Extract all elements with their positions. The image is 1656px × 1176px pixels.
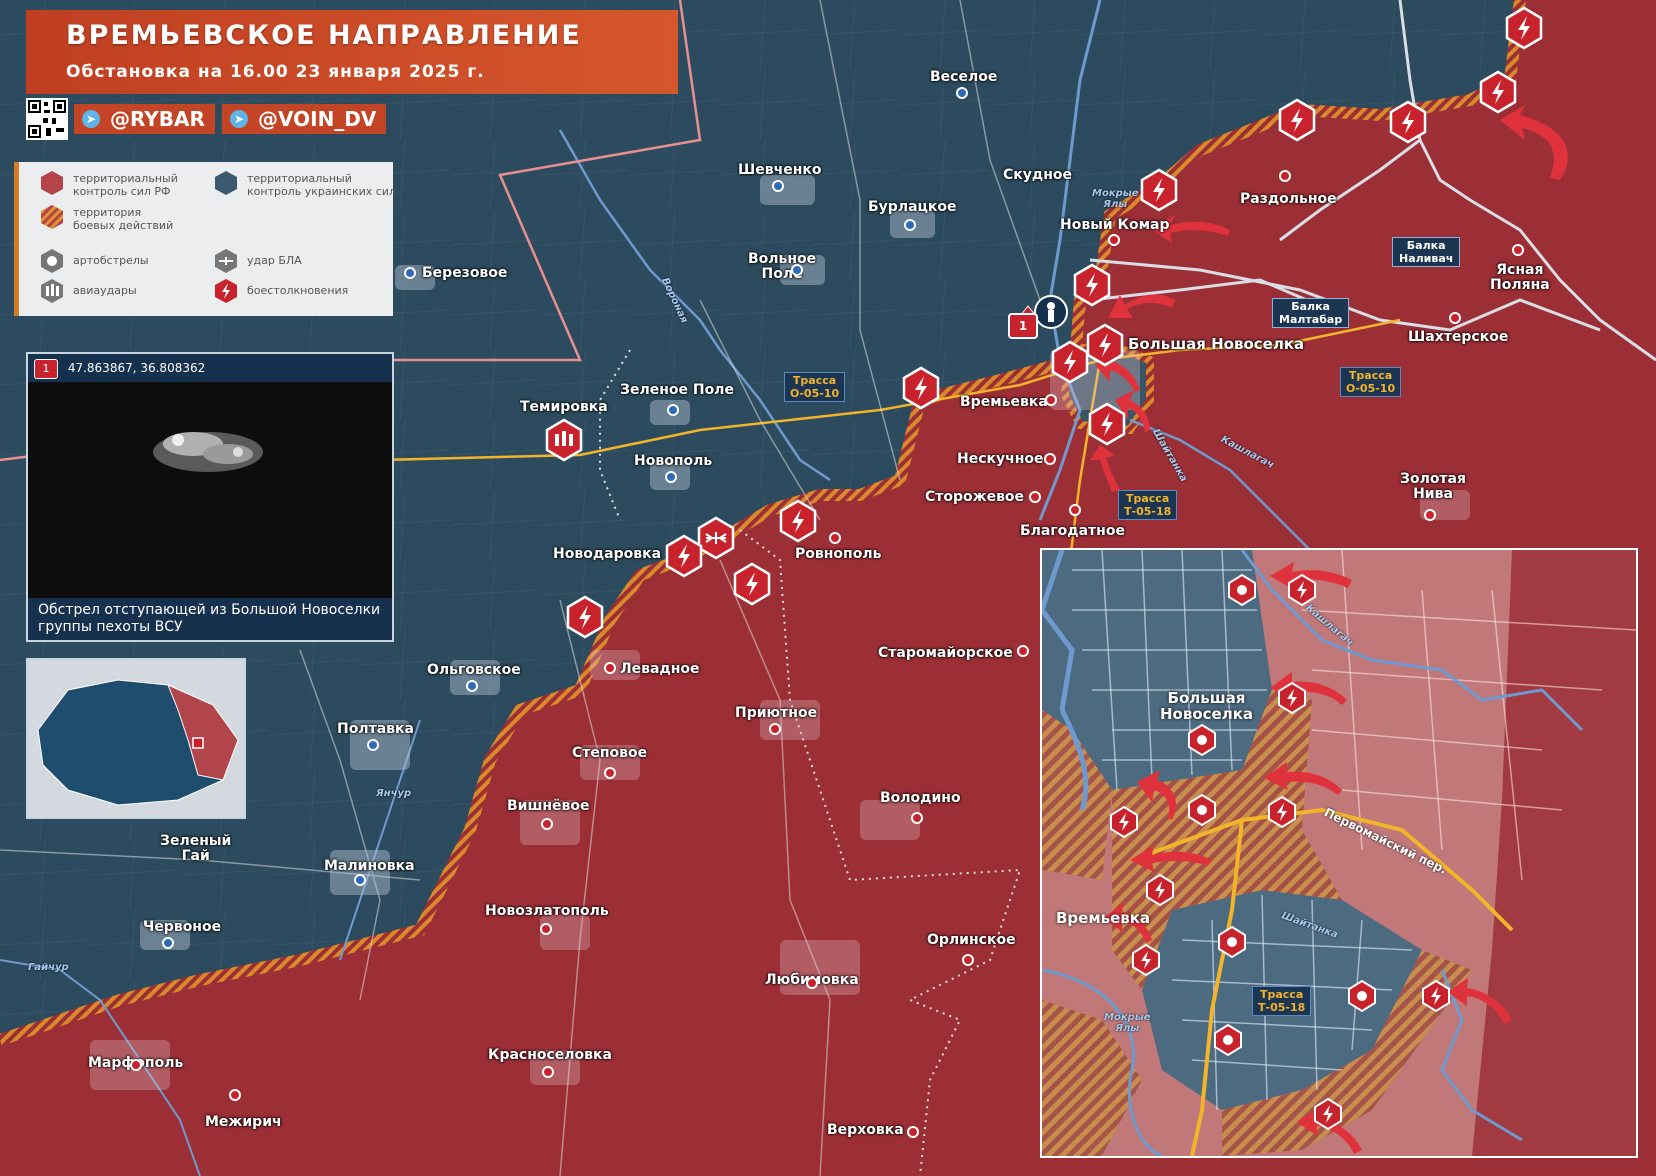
settlement-volodino: Володино — [880, 790, 961, 806]
settlement-storozhevoe: Сторожевое — [925, 489, 1025, 505]
settlement-blagodatnoe: Благодатное — [1020, 523, 1125, 539]
social-link-secondary[interactable]: ➤ @VOIN_DV — [222, 104, 387, 134]
settlement-malinovka: Малиновка — [324, 858, 415, 874]
thermal-image — [28, 382, 392, 612]
inset-river-mokrye-yaly: Мокрые Ялы — [1104, 1012, 1151, 1034]
inset-label-bolshaya-novoselka: Большая Новоселка — [1160, 689, 1254, 723]
air-strike-icon — [41, 279, 63, 303]
balka-nalivach: Балка Наливач — [1392, 237, 1461, 267]
settlement-levadnoe: Левадное — [620, 661, 700, 677]
photo-panel: 1 47.863867, 36.808362 Обстрел отступающ… — [26, 352, 394, 642]
photo-header: 1 47.863867, 36.808362 — [28, 354, 392, 382]
settlement-zeleny-gai: Зеленый Гай — [160, 833, 232, 864]
settlement-volnoe-pole: Вольное Поле — [748, 251, 817, 282]
settlement-novopol: Новополь — [634, 453, 713, 469]
settlement-novy-komar: Новый Комар — [1060, 217, 1170, 233]
page-title: ВРЕМЬЕВСКОЕ НАПРАВЛЕНИЕ — [66, 20, 582, 51]
settlement-zelenoe-pole: Зеленое Поле — [620, 382, 734, 398]
settlement-stepovoe: Степовое — [572, 745, 648, 761]
legend-air-strike: авиаудары — [73, 284, 137, 297]
inset-detail-map[interactable]: Большая Новоселка Времьевка Трасса Т-05-… — [1040, 548, 1638, 1158]
legend-artillery: артобстрелы — [73, 254, 149, 267]
drone-icon — [215, 249, 237, 273]
social-link-primary[interactable]: ➤ @RYBAR — [74, 104, 215, 134]
settlement-verkhovka: Верховка — [827, 1122, 904, 1138]
settlement-veseloe: Веселое — [930, 69, 998, 85]
river-label-yanchur: Янчур — [376, 788, 412, 799]
road-label-t0518: Трасса Т-05-18 — [1118, 490, 1178, 520]
legend: территориальный контроль сил РФ территор… — [14, 162, 396, 316]
social-primary-label: @RYBAR — [110, 107, 205, 131]
settlement-neskuchnoe: Нескучное — [957, 451, 1044, 467]
settlement-burlatskoe: Бурлацкое — [868, 199, 957, 215]
settlement-zolotaya-niva: Золотая Нива — [1400, 471, 1466, 502]
artillery-icon — [41, 249, 63, 273]
page-subtitle: Обстановка на 16.00 23 января 2025 г. — [66, 62, 485, 82]
settlement-novozlatopol: Новозлатополь — [485, 903, 609, 919]
qr-code[interactable] — [26, 98, 68, 140]
settlement-rovnopol: Ровнополь — [795, 546, 882, 562]
settlement-yasnaya-polyana: Ясная Поляна — [1490, 262, 1550, 293]
qr-icon — [28, 100, 66, 138]
balka-maltabar: Балка Малтабар — [1272, 298, 1350, 328]
settlement-novodarovka: Новодаровка — [553, 546, 662, 562]
settlement-vishnevoe: Вишнёвое — [507, 798, 590, 814]
settlement-bolshaya-novoselka: Большая Новоселка — [1128, 335, 1305, 353]
settlement-lyubimovka: Любимовка — [765, 972, 859, 988]
photo-caption: Обстрел отступающей из Большой Новоселки… — [28, 598, 392, 640]
photo-marker-number: 1 — [34, 358, 58, 379]
telegram-icon: ➤ — [230, 110, 248, 128]
header-banner: ВРЕМЬЕВСКОЕ НАПРАВЛЕНИЕ Обстановка на 16… — [26, 10, 678, 94]
social-secondary-label: @VOIN_DV — [258, 107, 377, 131]
legend-ua-control: территориальный контроль украинских сил — [247, 172, 396, 198]
legend-drone-strike: удар БЛА — [247, 254, 302, 267]
minimap-svg — [28, 660, 244, 817]
inset-road-label: Трасса Т-05-18 — [1252, 986, 1312, 1016]
settlement-chervonoe: Червоное — [143, 919, 222, 935]
legend-combat-zone: территория боевых действий — [73, 206, 174, 232]
settlement-temirovka: Темировка — [520, 399, 608, 415]
settlement-poltavka: Полтавка — [337, 721, 414, 737]
telegram-icon: ➤ — [82, 110, 100, 128]
settlement-razdolnoe: Раздольное — [1240, 191, 1337, 207]
settlement-shevchenko: Шевченко — [738, 162, 822, 178]
river-label-mokrye-yaly: Мокрые Ялы — [1092, 188, 1139, 210]
river-label-gaichur: Гайчур — [28, 962, 69, 973]
overview-minimap[interactable] — [26, 658, 246, 819]
road-label-o0510-b: Трасса О-05-10 — [1340, 367, 1402, 397]
map-marker-number[interactable]: 1 — [1008, 313, 1038, 339]
ua-control-swatch-icon — [215, 171, 237, 195]
settlement-priyutnoe: Приютное — [735, 705, 818, 721]
socials-bar: ➤ @RYBAR ➤ @VOIN_DV — [26, 98, 678, 140]
settlement-skudnoe: Скудное — [1003, 167, 1072, 183]
road-label-o0510-a: Трасса О-05-10 — [784, 372, 846, 402]
inset-label-vremyevka: Времьевка — [1056, 909, 1151, 927]
legend-ru-control: территориальный контроль сил РФ — [73, 172, 178, 198]
settlement-marfopol: Марфополь — [88, 1055, 184, 1071]
settlement-staromayorskoe: Старомайорское — [878, 645, 1013, 661]
clash-icon — [215, 279, 237, 303]
ru-control-swatch-icon — [41, 171, 63, 195]
settlement-vremyevka: Времьевка — [960, 394, 1048, 410]
settlement-krasnoselovka: Красноселовка — [488, 1047, 612, 1063]
settlement-shakhterskoe: Шахтерское — [1408, 329, 1509, 345]
settlement-olgovskoe: Ольговское — [427, 662, 521, 678]
settlement-orlinskoe: Орлинское — [927, 932, 1016, 948]
settlement-mezhirich: Межирич — [205, 1114, 282, 1130]
combat-zone-swatch-icon — [41, 205, 63, 229]
settlement-berezovoe: Березовое — [422, 265, 508, 281]
photo-coords: 47.863867, 36.808362 — [67, 361, 206, 375]
legend-clashes: боестолкновения — [247, 284, 349, 297]
